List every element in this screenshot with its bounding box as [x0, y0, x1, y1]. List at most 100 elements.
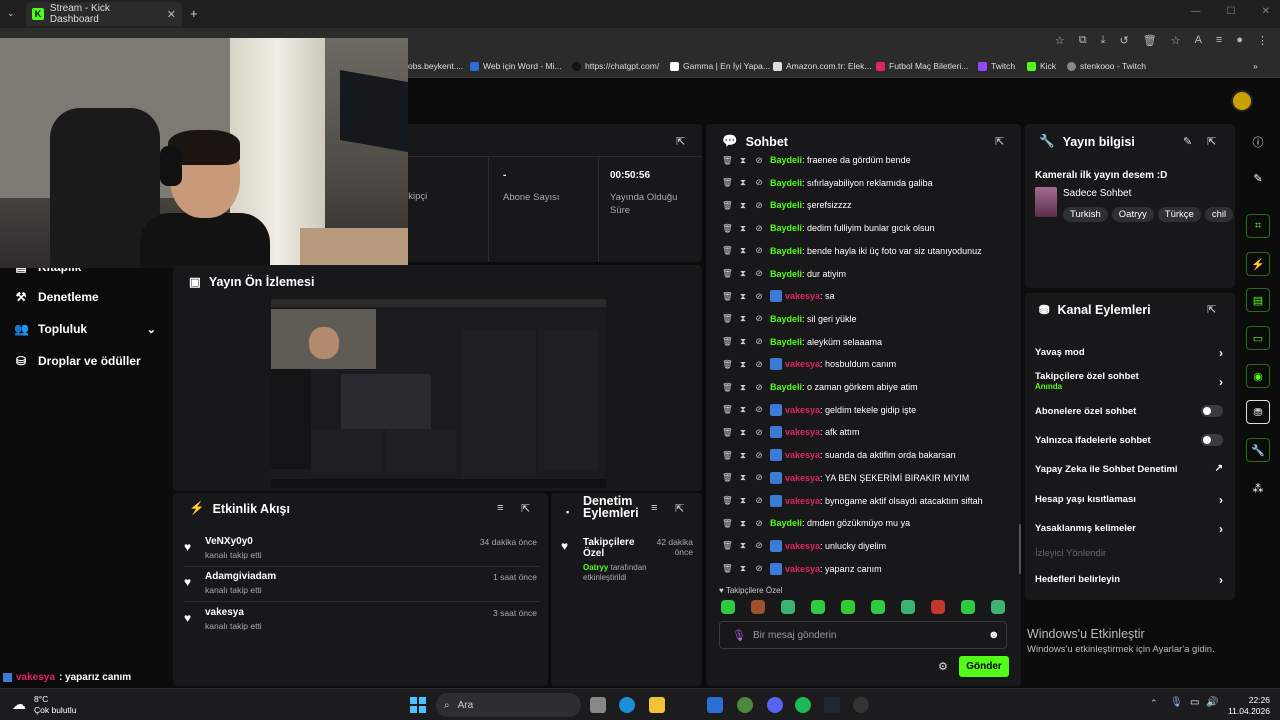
chat-username[interactable]: vakesya	[785, 359, 820, 369]
emote-icon[interactable]	[751, 600, 765, 614]
weather-icon[interactable]: ☁	[12, 696, 26, 713]
expand-icon[interactable]: ⇱	[521, 502, 530, 515]
timeout-icon[interactable]: ⧗	[738, 382, 748, 393]
clock-date[interactable]: 11.04.2026	[1200, 706, 1270, 716]
chat-username[interactable]: vakesya	[785, 427, 820, 437]
delete-message-icon[interactable]: 🗑	[722, 404, 733, 415]
delete-message-icon[interactable]: 🗑	[722, 177, 733, 188]
ban-icon[interactable]: ⊘	[754, 291, 764, 302]
browser-tab[interactable]: K Stream - Kick Dashboard ✕	[26, 2, 182, 26]
file-explorer-icon[interactable]	[649, 697, 665, 713]
bookmark-item[interactable]: Kick	[1027, 61, 1056, 71]
mic-tray-icon[interactable]: 🎙	[1170, 697, 1183, 708]
timeout-icon[interactable]: ⧗	[738, 495, 748, 506]
ban-icon[interactable]: ⊘	[754, 200, 764, 211]
more-bookmarks-icon[interactable]: »	[1253, 61, 1258, 71]
delete-message-icon[interactable]: 🗑	[722, 495, 733, 506]
chat-username[interactable]: Baydeli	[770, 178, 802, 188]
chat-username[interactable]: vakesya	[785, 473, 820, 483]
ban-icon[interactable]: ⊘	[754, 336, 764, 347]
extensions-icon[interactable]: ⧉	[1079, 34, 1087, 47]
chat-username[interactable]: Baydeli	[770, 155, 802, 165]
chat-username[interactable]: vakesya	[785, 291, 820, 301]
chat-username[interactable]: Baydeli	[770, 314, 802, 324]
ban-icon[interactable]: ⊘	[754, 245, 764, 256]
chat-username[interactable]: Baydeli	[770, 223, 802, 233]
chat-username[interactable]: vakesya	[785, 405, 820, 415]
chat-username[interactable]: Baydeli	[770, 382, 802, 392]
ban-icon[interactable]: ⊘	[754, 495, 764, 506]
send-button[interactable]: Gönder	[959, 656, 1009, 677]
tray-expand-icon[interactable]: ⌃	[1150, 698, 1158, 709]
task-view-icon[interactable]	[590, 697, 606, 713]
delete-message-icon[interactable]: 🗑	[722, 518, 733, 529]
bookmark-item[interactable]: Futbol Maç Biletleri...	[876, 61, 968, 71]
emote-icon[interactable]	[901, 600, 915, 614]
filter-icon[interactable]: ≡	[497, 502, 503, 514]
filter-icon[interactable]: ≡	[651, 502, 657, 514]
edit-icon[interactable]: ✎	[1183, 135, 1192, 148]
ban-icon[interactable]: ⊘	[754, 268, 764, 279]
emote-icon[interactable]	[811, 600, 825, 614]
timeout-icon[interactable]: ⧗	[738, 359, 748, 370]
minimize-icon[interactable]: —	[1191, 6, 1201, 17]
timeout-icon[interactable]: ⧗	[738, 223, 748, 234]
delete-message-icon[interactable]: 🗑	[722, 291, 733, 302]
goals-row[interactable]: Hedefleri belirleyin ›	[1035, 573, 1225, 587]
timeout-icon[interactable]: ⧗	[738, 540, 748, 551]
spotify-icon[interactable]	[795, 697, 811, 713]
close-window-icon[interactable]: ✕	[1262, 6, 1270, 17]
sidebar-item-denetleme[interactable]: ⚒ Denetleme	[14, 290, 154, 304]
chat-username[interactable]: Baydeli	[770, 518, 802, 528]
emote-icon[interactable]	[961, 600, 975, 614]
timeout-icon[interactable]: ⧗	[738, 563, 748, 574]
delete-message-icon[interactable]: 🗑	[722, 336, 733, 347]
delete-message-icon[interactable]: 🗑	[722, 563, 733, 574]
ban-icon[interactable]: ⊘	[754, 518, 764, 529]
delete-message-icon[interactable]: 🗑	[722, 540, 733, 551]
tab-list-icon[interactable]: ⌄	[7, 8, 15, 19]
delete-message-icon[interactable]: 🗑	[722, 245, 733, 256]
microphone-icon[interactable]: 🎙	[732, 629, 746, 642]
emote-icon[interactable]	[991, 600, 1005, 614]
delete-message-icon[interactable]: 🗑	[722, 427, 733, 438]
banned-words-row[interactable]: Yasaklanmış kelimeler ›	[1035, 522, 1225, 536]
delete-message-icon[interactable]: 🗑	[722, 268, 733, 279]
bookmark-item[interactable]: Web için Word - Mi...	[470, 61, 562, 71]
chat-username[interactable]: vakesya	[785, 496, 820, 506]
network-icon[interactable]: ▭	[1190, 697, 1199, 708]
download-icon[interactable]: ⤓	[1101, 34, 1106, 47]
ban-icon[interactable]: ⊘	[754, 563, 764, 574]
close-tab-icon[interactable]: ✕	[167, 8, 176, 21]
delete-message-icon[interactable]: 🗑	[722, 200, 733, 211]
chat-username[interactable]: Baydeli	[770, 337, 802, 347]
expand-icon[interactable]: ⇱	[995, 135, 1004, 148]
reading-list-icon[interactable]: ≡	[1216, 34, 1222, 47]
start-icon[interactable]	[410, 697, 426, 713]
delete-message-icon[interactable]: 🗑	[722, 450, 733, 461]
bookmark-item[interactable]: Twitch	[978, 61, 1015, 71]
ban-icon[interactable]: ⊘	[754, 223, 764, 234]
expand-icon[interactable]: ⇱	[675, 502, 684, 515]
chat-username[interactable]: Baydeli	[770, 246, 802, 256]
discord-icon[interactable]	[767, 697, 783, 713]
chrome-icon[interactable]	[737, 697, 753, 713]
trash-icon[interactable]: 🗑	[1143, 34, 1157, 47]
ban-icon[interactable]: ⊘	[754, 313, 764, 324]
chat-username[interactable]: vakesya	[785, 564, 820, 574]
sidebar-item-topluluk[interactable]: 👥 Topluluk ⌄	[14, 322, 156, 336]
expand-icon[interactable]: ⇱	[1207, 135, 1216, 148]
chat-input[interactable]: 🎙 Bir mesaj gönderin ☻	[719, 621, 1007, 649]
timeout-icon[interactable]: ⧗	[738, 155, 748, 166]
info-icon[interactable]: ⓘ	[1246, 130, 1270, 154]
share-icon[interactable]: ⁂	[1246, 476, 1270, 500]
ban-icon[interactable]: ⊘	[754, 472, 764, 483]
timeout-icon[interactable]: ⧗	[738, 177, 748, 188]
emotes-only-toggle[interactable]	[1201, 434, 1223, 446]
obs-icon[interactable]	[853, 697, 869, 713]
chat-username[interactable]: Baydeli	[770, 269, 802, 279]
delete-message-icon[interactable]: 🗑	[722, 382, 733, 393]
ban-icon[interactable]: ⊘	[754, 155, 764, 166]
wrench-icon[interactable]: 🔧	[1246, 438, 1270, 462]
timeout-icon[interactable]: ⧗	[738, 245, 748, 256]
